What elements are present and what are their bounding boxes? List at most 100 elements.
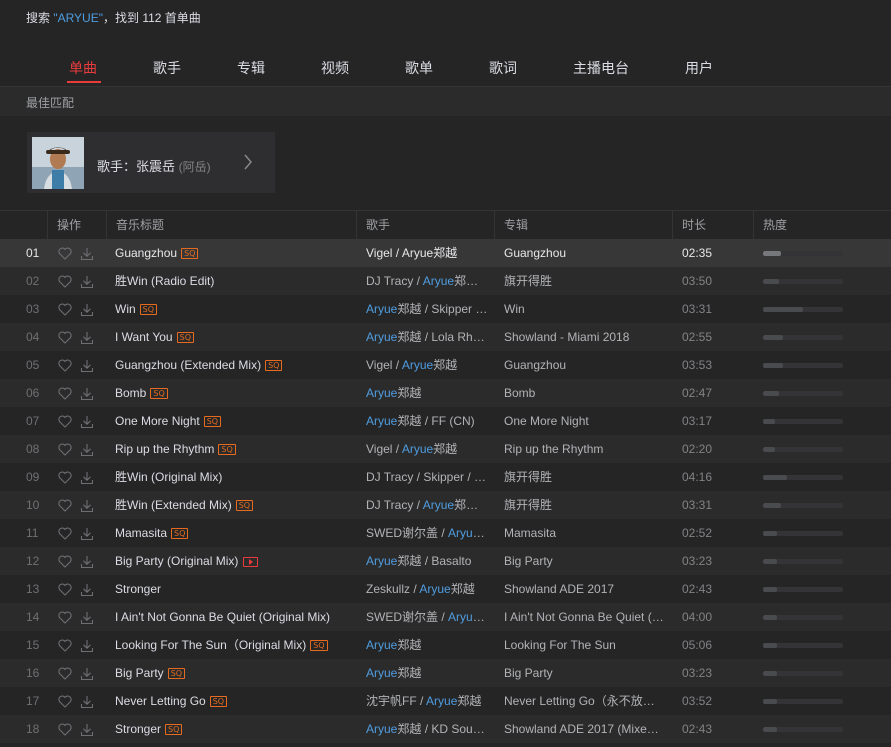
download-icon[interactable]: [80, 359, 94, 373]
song-artist[interactable]: Aryue郑越: [366, 659, 490, 687]
song-artist[interactable]: Aryue郑越: [366, 631, 490, 659]
download-icon[interactable]: [80, 723, 94, 737]
column-artist[interactable]: 歌手: [356, 211, 495, 239]
download-icon[interactable]: [80, 695, 94, 709]
song-title[interactable]: Stronger SQ: [115, 715, 345, 743]
song-album[interactable]: Big Party: [504, 659, 664, 687]
song-artist[interactable]: Aryue郑越 / Skipper …: [366, 295, 490, 323]
table-row[interactable]: 17 Never Letting Go SQ 沈宇帆FF / Aryue郑越 Never…: [0, 687, 891, 715]
heart-icon[interactable]: [58, 443, 72, 456]
song-artist[interactable]: Aryue郑越 / KD Sou…: [366, 715, 490, 743]
heart-icon[interactable]: [58, 667, 72, 680]
song-title[interactable]: 胜Win (Extended Mix) SQ: [115, 491, 345, 519]
download-icon[interactable]: [80, 499, 94, 513]
table-row[interactable]: 13 Stronger Zeskullz / Aryue郑越 Showland ADE…: [0, 575, 891, 603]
download-icon[interactable]: [80, 583, 94, 597]
tab-playlists[interactable]: 歌单: [405, 58, 433, 78]
song-artist[interactable]: Aryue郑越 / Lola Rh…: [366, 323, 490, 351]
song-artist[interactable]: Vigel / Aryue郑越: [366, 435, 490, 463]
table-row[interactable]: 09 胜Win (Original Mix) DJ Tracy / Skipper …: [0, 463, 891, 491]
song-artist[interactable]: DJ Tracy / Skipper / …: [366, 463, 490, 491]
column-duration[interactable]: 时长: [672, 211, 754, 239]
song-title[interactable]: Win SQ: [115, 295, 345, 323]
song-album[interactable]: Never Letting Go（永不放弃）: [504, 687, 664, 715]
song-title[interactable]: 胜Win (Original Mix): [115, 463, 345, 491]
table-row[interactable]: 03 Win SQ Aryue郑越 / Skipper … Win 03:31: [0, 295, 891, 323]
song-album[interactable]: Rip up the Rhythm: [504, 435, 664, 463]
tab-lyrics[interactable]: 歌词: [489, 58, 517, 78]
heart-icon[interactable]: [58, 415, 72, 428]
column-album[interactable]: 专辑: [494, 211, 673, 239]
table-row[interactable]: 12 Big Party (Original Mix) Aryue郑越 / Basa…: [0, 547, 891, 575]
song-title[interactable]: Guangzhou (Extended Mix) SQ: [115, 351, 345, 379]
table-row[interactable]: 14 I Ain't Not Gonna Be Quiet (Original M…: [0, 603, 891, 631]
heart-icon[interactable]: [58, 611, 72, 624]
song-artist[interactable]: Vigel / Aryue郑越: [366, 239, 490, 267]
song-artist[interactable]: Vigel / Aryue郑越: [366, 351, 490, 379]
heart-icon[interactable]: [58, 275, 72, 288]
song-title[interactable]: Mamasita SQ: [115, 519, 345, 547]
song-title[interactable]: Stronger: [115, 575, 345, 603]
table-row[interactable]: 07 One More Night SQ Aryue郑越 / FF (CN) One M…: [0, 407, 891, 435]
song-artist[interactable]: DJ Tracy / Aryue郑越…: [366, 491, 490, 519]
song-artist[interactable]: SWED谢尔盖 / Aryue…: [366, 519, 490, 547]
song-album[interactable]: Guangzhou: [504, 351, 664, 379]
table-row[interactable]: 04 I Want You SQ Aryue郑越 / Lola Rh… Showland…: [0, 323, 891, 351]
table-row[interactable]: 02 胜Win (Radio Edit) DJ Tracy / Aryue郑越… 旗开…: [0, 267, 891, 295]
song-album[interactable]: Showland - Miami 2018: [504, 323, 664, 351]
download-icon[interactable]: [80, 527, 94, 541]
song-title[interactable]: Guangzhou SQ: [115, 239, 345, 267]
song-artist[interactable]: DJ Tracy / Aryue郑越…: [366, 267, 490, 295]
song-title[interactable]: Big Party SQ: [115, 659, 345, 687]
best-match-artist-card[interactable]: 歌手：张震岳 (阿岳): [27, 132, 275, 193]
tab-radio[interactable]: 主播电台: [573, 58, 629, 78]
song-title[interactable]: Rip up the Rhythm SQ: [115, 435, 345, 463]
song-artist[interactable]: SWED谢尔盖 / Aryue…: [366, 603, 490, 631]
heart-icon[interactable]: [58, 331, 72, 344]
song-title[interactable]: Never Letting Go SQ: [115, 687, 345, 715]
heart-icon[interactable]: [58, 387, 72, 400]
song-artist[interactable]: Zeskullz / Aryue郑越: [366, 575, 490, 603]
heart-icon[interactable]: [58, 695, 72, 708]
song-album[interactable]: 旗开得胜: [504, 463, 664, 491]
song-title[interactable]: 胜Win (Radio Edit): [115, 267, 345, 295]
song-album[interactable]: Guangzhou: [504, 239, 664, 267]
song-title[interactable]: Big Party (Original Mix): [115, 547, 345, 575]
heart-icon[interactable]: [58, 639, 72, 652]
table-row[interactable]: 18 Stronger SQ Aryue郑越 / KD Sou… Showland AD…: [0, 715, 891, 743]
table-row[interactable]: 08 Rip up the Rhythm SQ Vigel / Aryue郑越 Rip …: [0, 435, 891, 463]
song-artist[interactable]: 沈宇帆FF / Aryue郑越: [366, 687, 490, 715]
heart-icon[interactable]: [58, 471, 72, 484]
song-title[interactable]: I Ain't Not Gonna Be Quiet (Original Mix…: [115, 603, 345, 631]
song-title[interactable]: Looking For The Sun（Original Mix) SQ: [115, 631, 345, 659]
table-row[interactable]: 11 Mamasita SQ SWED谢尔盖 / Aryue… Mamasita 02:5…: [0, 519, 891, 547]
song-album[interactable]: I Ain't Not Gonna Be Quiet (…: [504, 603, 664, 631]
download-icon[interactable]: [80, 331, 94, 345]
song-title[interactable]: One More Night SQ: [115, 407, 345, 435]
heart-icon[interactable]: [58, 303, 72, 316]
download-icon[interactable]: [80, 471, 94, 485]
table-row[interactable]: 06 Bomb SQ Aryue郑越 Bomb 02:47: [0, 379, 891, 407]
column-title[interactable]: 音乐标题: [106, 211, 357, 239]
song-album[interactable]: Showland ADE 2017: [504, 575, 664, 603]
song-album[interactable]: 旗开得胜: [504, 267, 664, 295]
download-icon[interactable]: [80, 639, 94, 653]
song-title[interactable]: Bomb SQ: [115, 379, 345, 407]
song-artist[interactable]: Aryue郑越 / FF (CN): [366, 407, 490, 435]
download-icon[interactable]: [80, 387, 94, 401]
download-icon[interactable]: [80, 667, 94, 681]
table-row[interactable]: 01 Guangzhou SQ Vigel / Aryue郑越 Guangzhou 02:…: [0, 239, 891, 267]
table-row[interactable]: 15 Looking For The Sun（Original Mix) SQ Ary…: [0, 631, 891, 659]
song-album[interactable]: Big Party: [504, 547, 664, 575]
tab-videos[interactable]: 视频: [321, 58, 349, 78]
song-title[interactable]: I Want You SQ: [115, 323, 345, 351]
song-album[interactable]: 旗开得胜: [504, 491, 664, 519]
heart-icon[interactable]: [58, 583, 72, 596]
download-icon[interactable]: [80, 555, 94, 569]
heart-icon[interactable]: [58, 555, 72, 568]
heart-icon[interactable]: [58, 723, 72, 736]
song-album[interactable]: Looking For The Sun: [504, 631, 664, 659]
download-icon[interactable]: [80, 443, 94, 457]
tab-songs[interactable]: 单曲: [69, 58, 97, 78]
song-album[interactable]: Showland ADE 2017 (Mixe…: [504, 715, 664, 743]
